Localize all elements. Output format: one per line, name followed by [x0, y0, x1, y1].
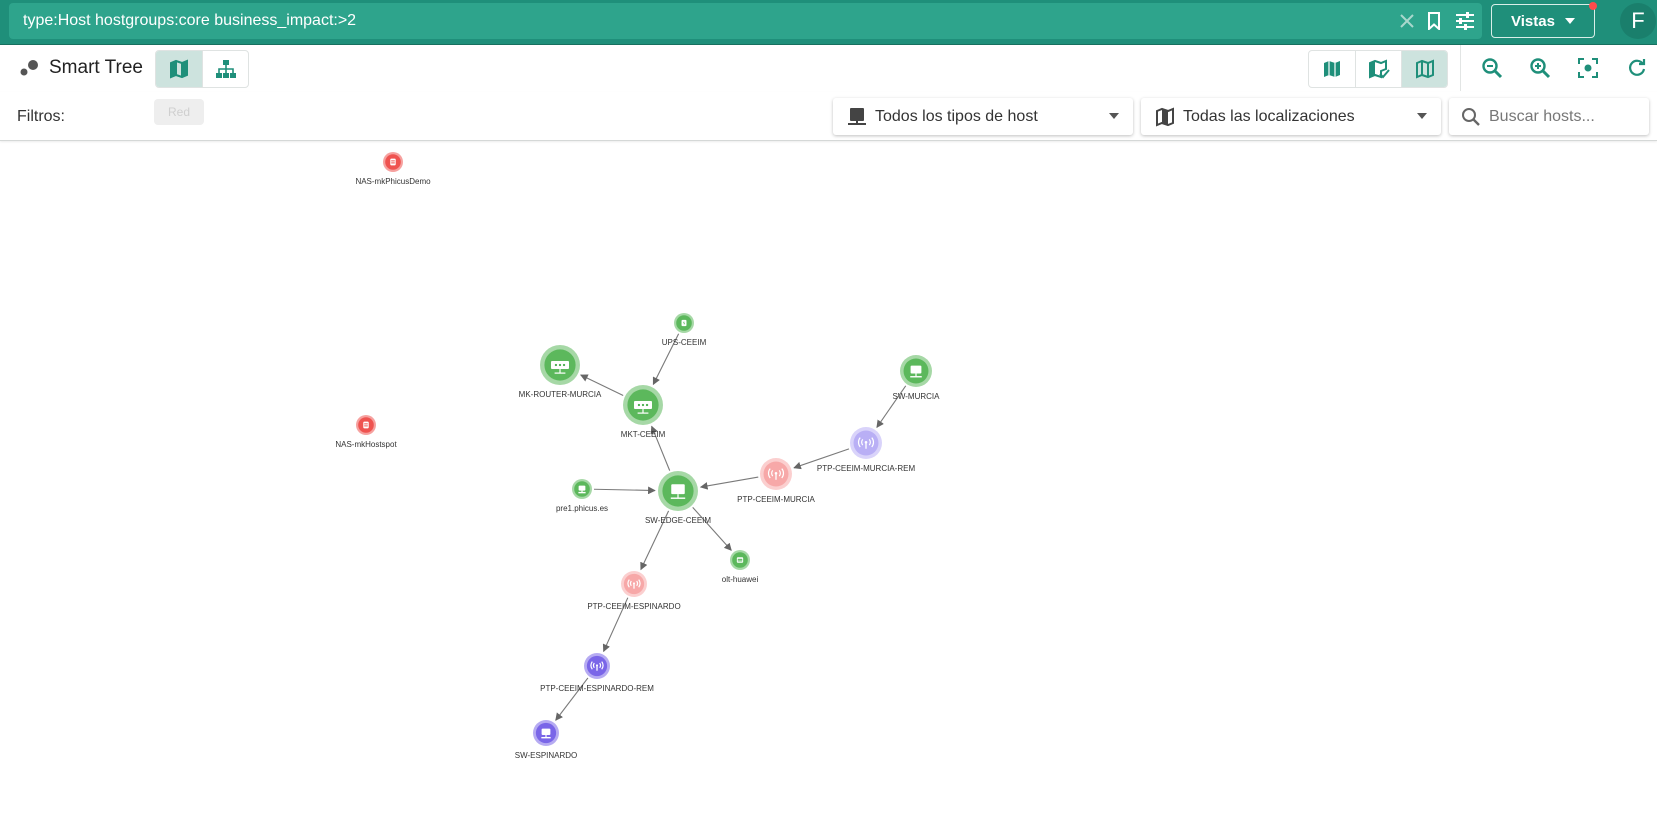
node-label: olt-huawei	[722, 575, 759, 584]
olt-icon	[736, 557, 744, 563]
edge-PTP-CEEIM-MURCIA-to-SW-EDGE-CEEIM	[699, 476, 759, 490]
node-SW-MURCIA[interactable]: SW-MURCIA	[893, 355, 941, 401]
node-label: PTP-CEEIM-MURCIA	[737, 495, 815, 504]
network-graph[interactable]: NAS-mkPhicusDemo UPS-CEEIM MK-ROUTER-MURCI…	[0, 141, 1657, 829]
node-NAS-mkPhicusDemo[interactable]: NAS-mkPhicusDemo	[355, 152, 431, 186]
caret-down-icon	[1109, 113, 1119, 119]
node-SW-ESPINARDO[interactable]: SW-ESPINARDO	[515, 720, 578, 760]
notification-dot	[1589, 2, 1597, 10]
clear-icon[interactable]	[1396, 11, 1418, 31]
refresh-icon[interactable]	[1625, 56, 1649, 80]
storage-icon	[390, 158, 396, 166]
node-UPS-CEEIM[interactable]: UPS-CEEIM	[662, 313, 707, 347]
hierarchy-icon	[215, 60, 236, 78]
tune-icon[interactable]	[1454, 11, 1476, 31]
node-NAS-mkHostspot[interactable]: NAS-mkHostspot	[335, 415, 397, 449]
node-label: MK-ROUTER-MURCIA	[519, 390, 602, 399]
vistas-button[interactable]: Vistas	[1491, 2, 1597, 38]
smart-tree-logo-icon	[20, 60, 38, 76]
edge-SW-EDGE-CEEIM-to-olt-huawei	[692, 506, 732, 551]
fit-screen-icon[interactable]	[1576, 56, 1600, 80]
caret-down-icon	[1564, 18, 1575, 24]
query-search-box[interactable]: type:Host hostgroups:core business_impac…	[9, 3, 1482, 39]
node-label: PTP-CEEIM-MURCIA-REM	[817, 464, 916, 473]
node-label: PTP-CEEIM-ESPINARDO-REM	[540, 684, 654, 693]
map-outline-mode-button[interactable]	[1401, 51, 1447, 87]
bookmark-icon[interactable]	[1423, 11, 1445, 31]
node-label: NAS-mkPhicusDemo	[355, 177, 431, 186]
node-label: PTP-CEEIM-ESPINARDO	[587, 602, 680, 611]
node-label: UPS-CEEIM	[662, 338, 707, 347]
filter-bar: Filtros: Red Todos los tipos de host Tod…	[0, 92, 1657, 141]
toolbar: Smart Tree	[0, 45, 1657, 91]
node-PTP-CEEIM-ESPINARDO[interactable]: PTP-CEEIM-ESPINARDO	[587, 571, 681, 611]
filters-label: Filtros:	[17, 108, 65, 125]
edge-pre1.phicus.es-to-SW-EDGE-CEEIM	[593, 486, 656, 495]
host-search-input[interactable]	[1487, 104, 1641, 130]
graph-canvas[interactable]: NAS-mkPhicusDemo UPS-CEEIM MK-ROUTER-MURCI…	[0, 141, 1657, 829]
map-check-mode-button[interactable]	[1355, 51, 1401, 87]
vistas-label: Vistas	[1511, 12, 1555, 30]
map-icon	[170, 59, 188, 79]
search-icon	[1462, 108, 1480, 126]
user-avatar[interactable]: F	[1620, 3, 1656, 39]
node-pre1.phicus.es[interactable]: pre1.phicus.es	[556, 479, 608, 513]
node-olt-huawei[interactable]: olt-huawei	[722, 550, 759, 584]
storage-icon	[363, 421, 369, 429]
host-type-dropdown[interactable]: Todos los tipos de host	[833, 98, 1133, 135]
query-text[interactable]: type:Host hostgroups:core business_impac…	[23, 12, 356, 30]
ups-icon	[681, 319, 687, 327]
node-MKT-CEEIM[interactable]: MKT-CEEIM	[621, 385, 666, 439]
map-icon	[1324, 61, 1340, 77]
node-label: MKT-CEEIM	[621, 430, 666, 439]
node-MK-ROUTER-MURCIA[interactable]: MK-ROUTER-MURCIA	[519, 345, 602, 399]
top-bar: type:Host hostgroups:core business_impac…	[0, 0, 1657, 45]
caret-down-icon	[1417, 113, 1427, 119]
node-SW-EDGE-CEEIM[interactable]: SW-EDGE-CEEIM	[645, 471, 711, 525]
host-type-label: Todos los tipos de host	[875, 107, 1038, 125]
host-search-box	[1449, 98, 1649, 135]
toolbar-divider	[1460, 45, 1461, 91]
location-dropdown[interactable]: Todas las localizaciones	[1141, 98, 1441, 135]
node-label: SW-ESPINARDO	[515, 751, 578, 760]
hierarchy-view-button[interactable]	[202, 51, 248, 87]
map-mode-button[interactable]	[1309, 51, 1355, 87]
map-outline-icon	[1415, 59, 1434, 79]
page-title: Smart Tree	[49, 57, 143, 78]
view-toggle-group	[155, 50, 249, 88]
node-label: NAS-mkHostspot	[335, 440, 397, 449]
location-label: Todas las localizaciones	[1183, 107, 1355, 125]
node-PTP-CEEIM-MURCIA-REM[interactable]: PTP-CEEIM-MURCIA-REM	[817, 427, 916, 473]
node-label: SW-MURCIA	[893, 392, 941, 401]
node-PTP-CEEIM-ESPINARDO-REM[interactable]: PTP-CEEIM-ESPINARDO-REM	[540, 653, 654, 693]
node-label: SW-EDGE-CEEIM	[645, 516, 711, 525]
zoom-in-icon[interactable]	[1528, 56, 1552, 80]
filter-chip-red[interactable]: Red	[154, 99, 204, 125]
zoom-out-icon[interactable]	[1480, 56, 1504, 80]
location-map-icon	[1155, 107, 1175, 127]
node-label: pre1.phicus.es	[556, 504, 608, 513]
map-check-icon	[1368, 59, 1390, 79]
map-mode-group	[1308, 50, 1448, 88]
host-type-icon	[847, 107, 867, 127]
map-view-button[interactable]	[156, 51, 202, 87]
